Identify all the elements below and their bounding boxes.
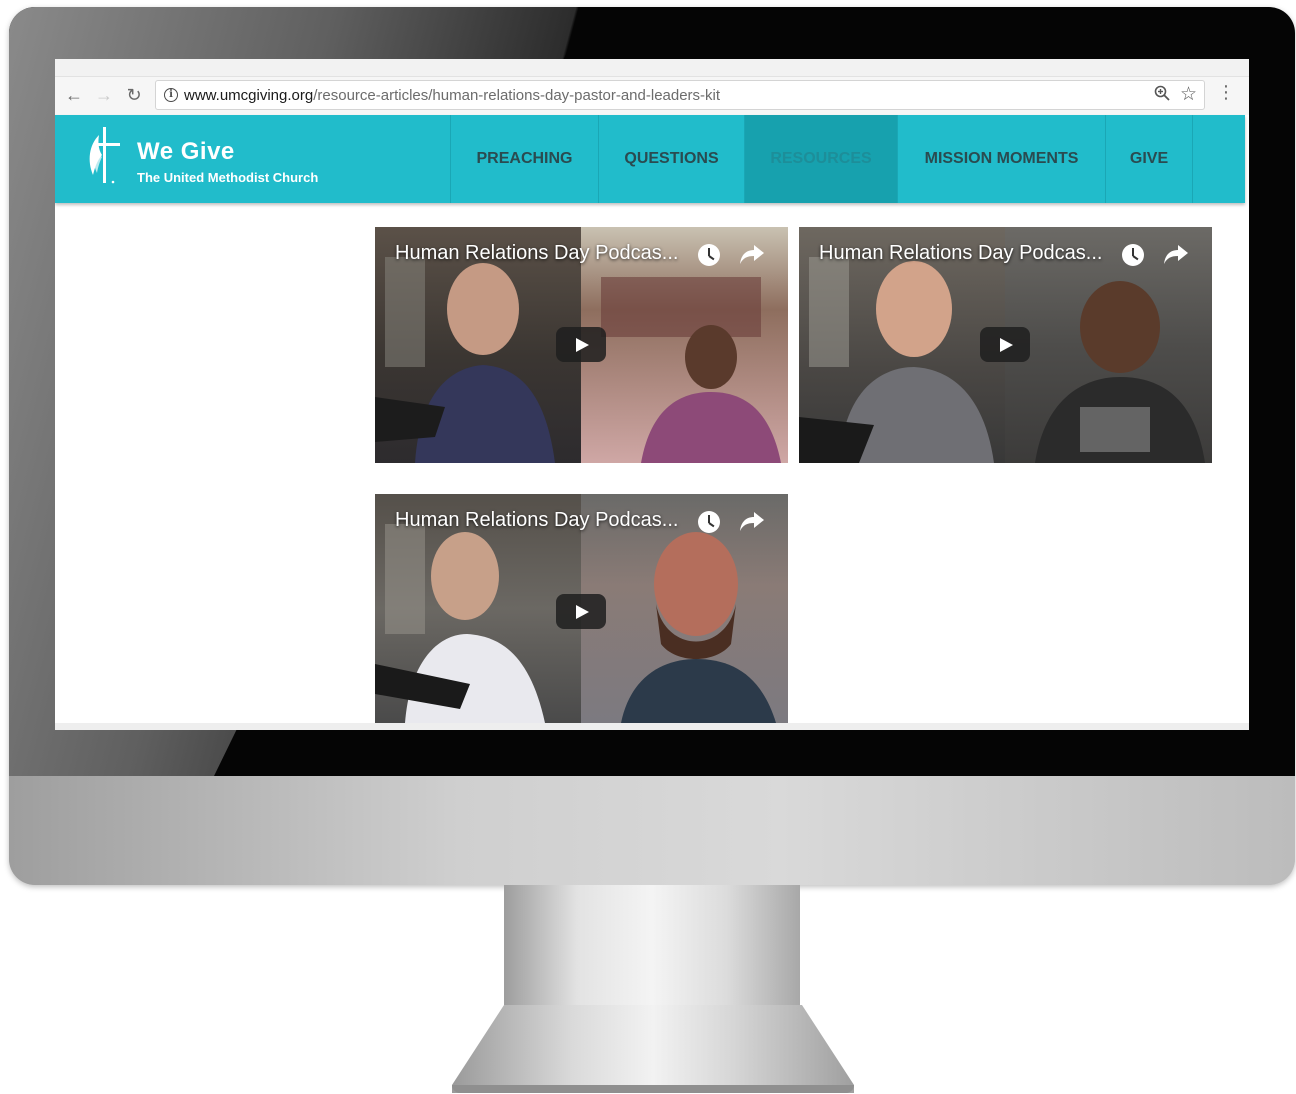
video-embed[interactable]: Human Relations Day Podcas... [799, 227, 1212, 463]
nav-preaching[interactable]: PREACHING [450, 115, 598, 203]
play-icon[interactable] [556, 327, 606, 362]
video-title[interactable]: Human Relations Day Podcas... [395, 509, 678, 532]
video-embed[interactable]: Human Relations Day Podcas... [375, 494, 788, 723]
nav-questions[interactable]: QUESTIONS [598, 115, 744, 203]
clock-icon[interactable] [698, 511, 720, 533]
share-icon[interactable] [739, 243, 765, 265]
nav-give[interactable]: GIVE [1105, 115, 1193, 203]
monitor-stand-neck [504, 885, 800, 1005]
reload-icon[interactable]: ↻ [123, 84, 145, 106]
play-icon[interactable] [556, 594, 606, 629]
cross-and-flame-icon [89, 127, 120, 184]
play-icon[interactable] [980, 327, 1030, 362]
logo-title: We Give [137, 138, 235, 165]
kebab-menu-icon[interactable]: ⋮ [1217, 83, 1235, 101]
monitor-stand-edge [452, 1085, 854, 1093]
clock-icon[interactable] [698, 244, 720, 266]
nav-mission-moments[interactable]: MISSION MOMENTS [897, 115, 1105, 203]
site-logo[interactable]: We Give The United Methodist Church [85, 125, 345, 189]
video-embed[interactable]: Human Relations Day Podcas... [375, 227, 788, 463]
tab-strip [55, 59, 1249, 77]
logo-subtitle: The United Methodist Church [137, 170, 319, 185]
main-nav: PREACHING QUESTIONS RESOURCES MISSION MO… [450, 115, 1193, 203]
nav-resources[interactable]: RESOURCES [744, 115, 897, 203]
browser-window: ← → ↻ i www.umcgiving.org/resource-artic… [55, 59, 1249, 730]
site-header: We Give The United Methodist Church PREA… [55, 115, 1245, 203]
url-text[interactable]: www.umcgiving.org/resource-articles/huma… [184, 87, 720, 104]
url-host: www.umcgiving.org [184, 87, 314, 104]
share-icon[interactable] [1163, 243, 1189, 265]
page-bottom-edge [55, 723, 1249, 730]
monitor-stand-base [452, 1005, 854, 1093]
video-title[interactable]: Human Relations Day Podcas... [819, 242, 1102, 265]
arrow-right-icon[interactable]: → [93, 84, 115, 106]
video-title[interactable]: Human Relations Day Podcas... [395, 242, 678, 265]
info-icon[interactable]: i [164, 88, 178, 102]
address-bar[interactable]: i www.umcgiving.org/resource-articles/hu… [155, 80, 1205, 110]
arrow-left-icon[interactable]: ← [63, 84, 85, 106]
zoom-icon[interactable] [1154, 85, 1170, 106]
url-path: /resource-articles/human-relations-day-p… [313, 87, 721, 104]
clock-icon[interactable] [1122, 244, 1144, 266]
monitor-chin [9, 776, 1295, 885]
browser-toolbar: ← → ↻ i www.umcgiving.org/resource-artic… [55, 77, 1249, 115]
share-icon[interactable] [739, 510, 765, 532]
star-icon[interactable]: ☆ [1180, 83, 1197, 106]
